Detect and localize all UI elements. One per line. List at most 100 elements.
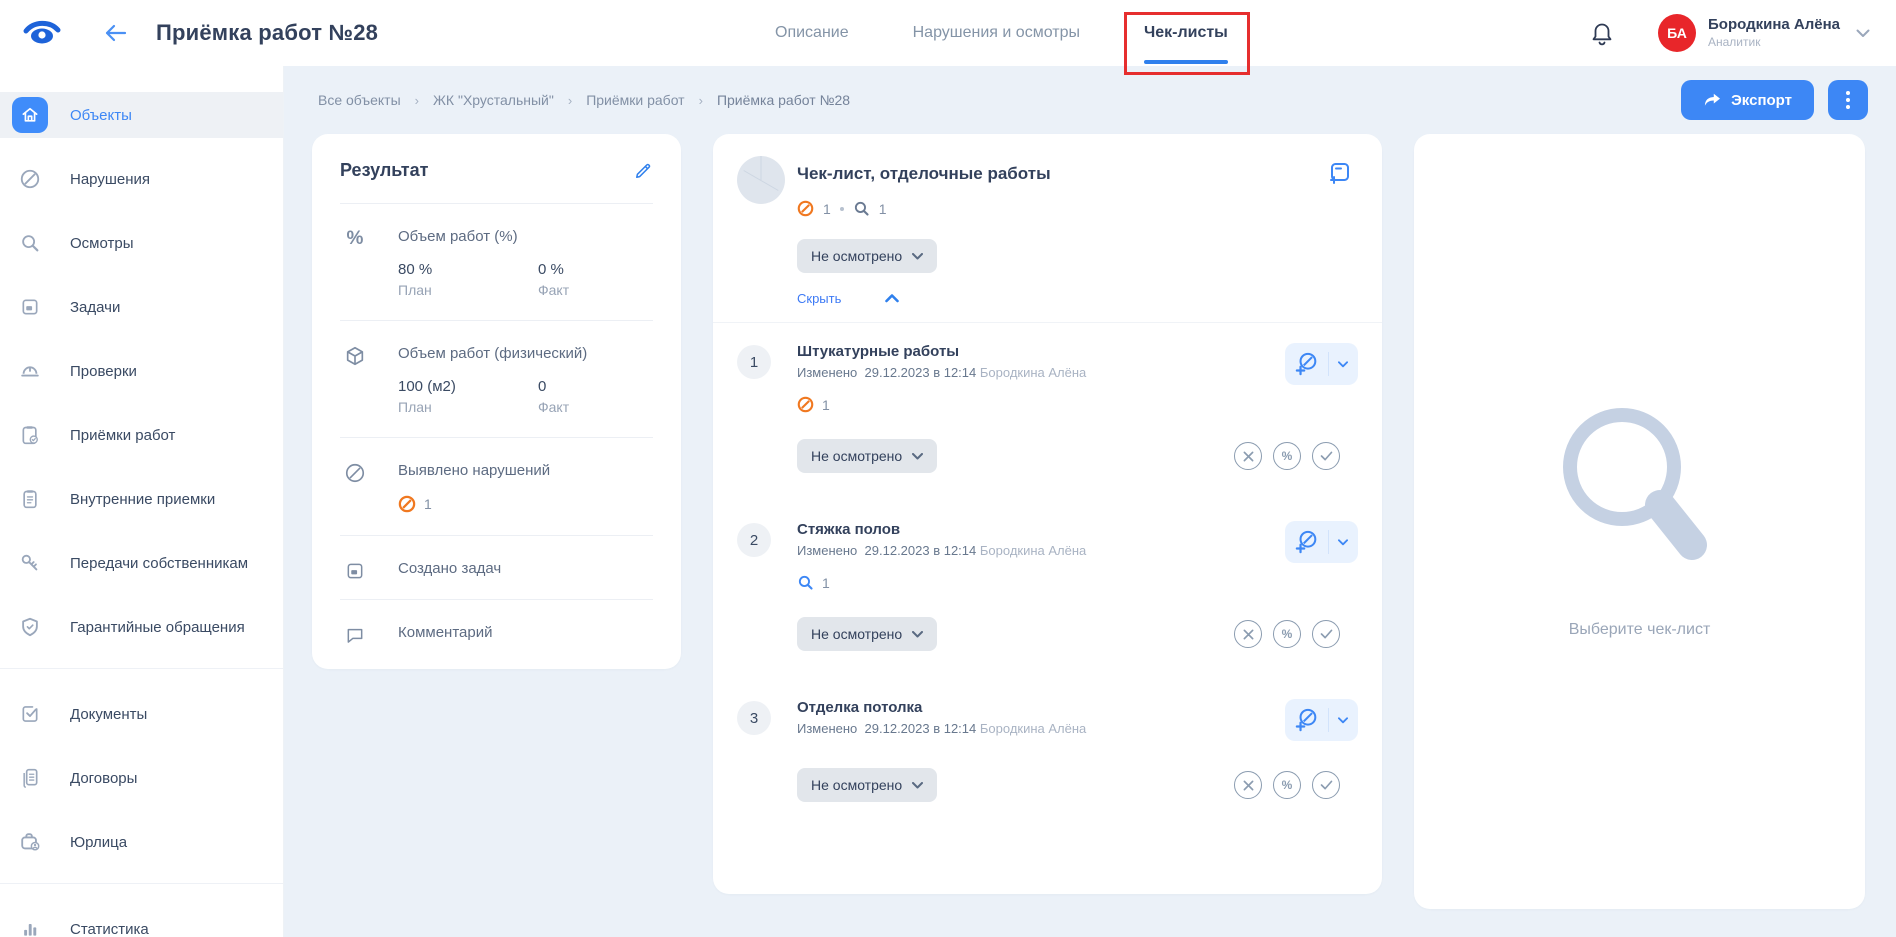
checklist-card: Чек-лист, отделочные работы 1 1 — [713, 134, 1382, 894]
accept-check-button[interactable] — [1312, 442, 1340, 470]
back-button[interactable] — [104, 23, 128, 43]
breadcrumb-chevron-icon: › — [699, 93, 703, 108]
add-violation-button[interactable] — [1285, 343, 1358, 385]
fact-value: 0 — [538, 378, 653, 395]
breadcrumb-chevron-icon: › — [415, 93, 419, 108]
sidebar: Объекты Нарушения Осмотры Задачи — [0, 66, 284, 937]
briefcase-person-icon — [12, 824, 48, 860]
sidebar-item-tasks[interactable]: Задачи — [0, 284, 283, 330]
chevron-up-icon[interactable] — [885, 294, 899, 303]
checklist-item: 3 Отделка потолка Изменено 29.12.2023 в … — [713, 679, 1382, 830]
more-actions-kebab-button[interactable] — [1828, 80, 1868, 120]
add-violation-button[interactable] — [1285, 521, 1358, 563]
result-card: Результат % Объем работ (%) 80 % План — [312, 134, 681, 669]
checklist-badges: 1 1 — [797, 200, 1358, 217]
checklist-violations-count: 1 — [823, 201, 831, 217]
ban-plus-icon — [1295, 529, 1319, 555]
clipboard-lines-icon — [12, 481, 48, 517]
sidebar-item-internal-acceptances[interactable]: Внутренние приемки — [0, 476, 283, 522]
sidebar-item-legal-entities[interactable]: Юрлица — [0, 819, 283, 865]
checklist-status-dropdown[interactable]: Не осмотрено — [797, 239, 937, 273]
add-violation-button[interactable] — [1285, 699, 1358, 741]
result-card-title: Результат — [340, 160, 428, 181]
item-modified-line: Изменено 29.12.2023 в 12:14 Бородкина Ал… — [797, 365, 1358, 380]
partial-percent-button[interactable]: % — [1273, 620, 1301, 648]
toolbar: Экспорт — [1681, 80, 1868, 120]
notifications-bell-icon[interactable] — [1582, 13, 1622, 53]
main-content: Все объекты › ЖК "Хрустальный" › Приёмки… — [284, 66, 1896, 937]
breadcrumb: Все объекты › ЖК "Хрустальный" › Приёмки… — [312, 92, 850, 108]
result-tasks: Создано задач — [340, 536, 653, 600]
user-name: Бородкина Алёна — [1708, 16, 1840, 35]
item-status-dropdown[interactable]: Не осмотрено — [797, 439, 937, 473]
user-info[interactable]: Бородкина Алёна Аналитик — [1708, 16, 1840, 50]
ban-plus-icon — [1295, 707, 1319, 733]
tab-violations-inspections[interactable]: Нарушения и осмотры — [913, 0, 1080, 66]
sidebar-item-documents[interactable]: Документы — [0, 691, 283, 737]
reject-x-button[interactable] — [1234, 442, 1262, 470]
checklist-title: Чек-лист, отделочные работы — [797, 158, 1358, 184]
chevron-down-icon — [1338, 539, 1348, 546]
sidebar-item-warranty-requests[interactable]: Гарантийные обращения — [0, 604, 283, 650]
accept-check-button[interactable] — [1312, 620, 1340, 648]
item-status-dropdown[interactable]: Не осмотрено — [797, 617, 937, 651]
collapse-link[interactable]: Скрыть — [797, 291, 841, 306]
result-violations: Выявлено нарушений 1 — [340, 438, 653, 536]
item-number: 3 — [737, 701, 771, 735]
sidebar-divider — [0, 668, 283, 669]
item-status-dropdown[interactable]: Не осмотрено — [797, 768, 937, 802]
reject-x-button[interactable] — [1234, 620, 1262, 648]
edit-pencil-icon[interactable] — [633, 161, 653, 181]
result-volume-percent: % Объем работ (%) 80 % План 0 % Факт — [340, 204, 653, 321]
tab-description[interactable]: Описание — [775, 0, 849, 66]
sidebar-item-owner-handovers[interactable]: Передачи собственникам — [0, 540, 283, 586]
active-tab-underline — [1144, 60, 1228, 64]
reject-x-button[interactable] — [1234, 771, 1262, 799]
sidebar-item-statistics[interactable]: Статистика — [0, 906, 283, 937]
item-number: 2 — [737, 523, 771, 557]
app-logo-eye-icon[interactable] — [20, 16, 64, 50]
button-divider — [1328, 708, 1329, 732]
breadcrumb-current: Приёмка работ №28 — [717, 92, 850, 108]
tab-checklists[interactable]: Чек-листы — [1144, 0, 1228, 66]
magnifier-illustration — [1560, 405, 1720, 577]
button-divider — [1328, 530, 1329, 554]
sidebar-item-checks[interactable]: Проверки — [0, 348, 283, 394]
chevron-down-icon — [912, 253, 923, 260]
chevron-down-icon — [1338, 361, 1348, 368]
create-task-from-checklist-icon[interactable] — [1326, 160, 1352, 186]
sidebar-item-inspections[interactable]: Осмотры — [0, 220, 283, 266]
sidebar-item-violations[interactable]: Нарушения — [0, 156, 283, 202]
partial-percent-button[interactable]: % — [1273, 442, 1301, 470]
export-button[interactable]: Экспорт — [1681, 80, 1814, 120]
item-number: 1 — [737, 345, 771, 379]
sidebar-item-work-acceptances[interactable]: Приёмки работ — [0, 412, 283, 458]
ban-icon — [342, 460, 368, 486]
result-volume-physical: Объем работ (физический) 100 (м2) План 0… — [340, 321, 653, 438]
comment-bubble-icon — [342, 622, 368, 648]
checklist-inspections-count: 1 — [879, 201, 887, 217]
sidebar-item-objects[interactable]: Объекты — [0, 92, 283, 138]
percent-icon: % — [342, 226, 368, 252]
accept-check-button[interactable] — [1312, 771, 1340, 799]
breadcrumb-complex[interactable]: ЖК "Хрустальный" — [433, 92, 554, 108]
task-icon — [342, 558, 368, 584]
breadcrumb-acceptances[interactable]: Приёмки работ — [586, 92, 684, 108]
item-modified-line: Изменено 29.12.2023 в 12:14 Бородкина Ал… — [797, 543, 1358, 558]
partial-percent-button[interactable]: % — [1273, 771, 1301, 799]
item-title: Стяжка полов — [797, 521, 1358, 538]
task-icon — [12, 289, 48, 325]
violation-ban-icon — [797, 396, 814, 413]
item-modified-line: Изменено 29.12.2023 в 12:14 Бородкина Ал… — [797, 721, 1358, 736]
dot-separator — [840, 207, 844, 211]
item-title: Штукатурные работы — [797, 343, 1358, 360]
user-role: Аналитик — [1708, 35, 1840, 50]
sidebar-item-contracts[interactable]: Договоры — [0, 755, 283, 801]
empty-panel-message: Выберите чек-лист — [1569, 621, 1711, 639]
bar-chart-icon — [12, 911, 48, 937]
item-author: Бородкина Алёна — [980, 721, 1086, 736]
breadcrumb-all-objects[interactable]: Все объекты — [318, 92, 401, 108]
user-avatar[interactable]: БА — [1658, 14, 1696, 52]
result-comment: Комментарий — [340, 600, 653, 663]
user-menu-chevron-down-icon[interactable] — [1856, 29, 1870, 38]
